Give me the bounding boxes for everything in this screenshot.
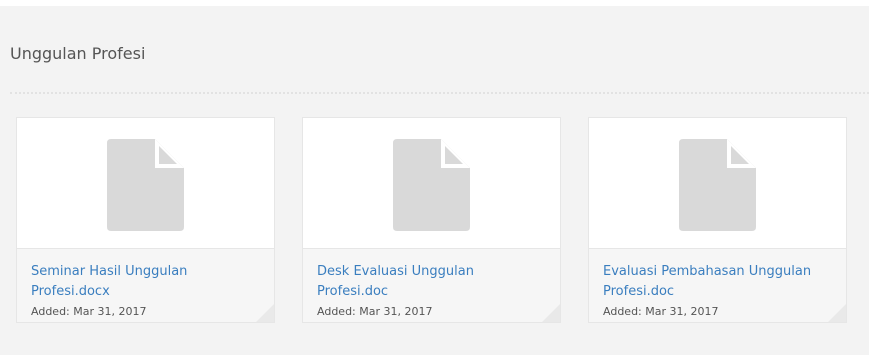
file-card-grid: Seminar Hasil Unggulan Profesi.docx Adde… — [16, 117, 847, 323]
file-info: Evaluasi Pembahasan Unggulan Profesi.doc… — [603, 262, 834, 319]
document-icon — [678, 139, 756, 231]
card-corner-fold — [256, 304, 274, 322]
card-corner-fold — [828, 304, 846, 322]
file-thumbnail[interactable] — [589, 118, 846, 249]
file-thumbnail[interactable] — [303, 118, 560, 249]
document-icon — [392, 139, 470, 231]
file-name-link[interactable]: Seminar Hasil Unggulan Profesi.docx — [31, 262, 262, 302]
file-thumbnail[interactable] — [17, 118, 274, 249]
file-card[interactable]: Seminar Hasil Unggulan Profesi.docx Adde… — [16, 117, 275, 323]
file-list-panel: Unggulan Profesi Seminar Hasil Unggulan … — [0, 6, 869, 355]
file-name-link[interactable]: Desk Evaluasi Unggulan Profesi.doc — [317, 262, 548, 302]
card-corner-fold — [542, 304, 560, 322]
section-divider — [10, 92, 869, 94]
document-icon — [106, 139, 184, 231]
file-added-date: Added: Mar 31, 2017 — [317, 305, 433, 318]
file-info: Seminar Hasil Unggulan Profesi.docx Adde… — [31, 262, 262, 319]
section-title: Unggulan Profesi — [10, 44, 146, 63]
file-info: Desk Evaluasi Unggulan Profesi.doc Added… — [317, 262, 548, 319]
file-card[interactable]: Desk Evaluasi Unggulan Profesi.doc Added… — [302, 117, 561, 323]
file-card[interactable]: Evaluasi Pembahasan Unggulan Profesi.doc… — [588, 117, 847, 323]
file-added-date: Added: Mar 31, 2017 — [31, 305, 147, 318]
file-name-link[interactable]: Evaluasi Pembahasan Unggulan Profesi.doc — [603, 262, 834, 302]
file-added-date: Added: Mar 31, 2017 — [603, 305, 719, 318]
